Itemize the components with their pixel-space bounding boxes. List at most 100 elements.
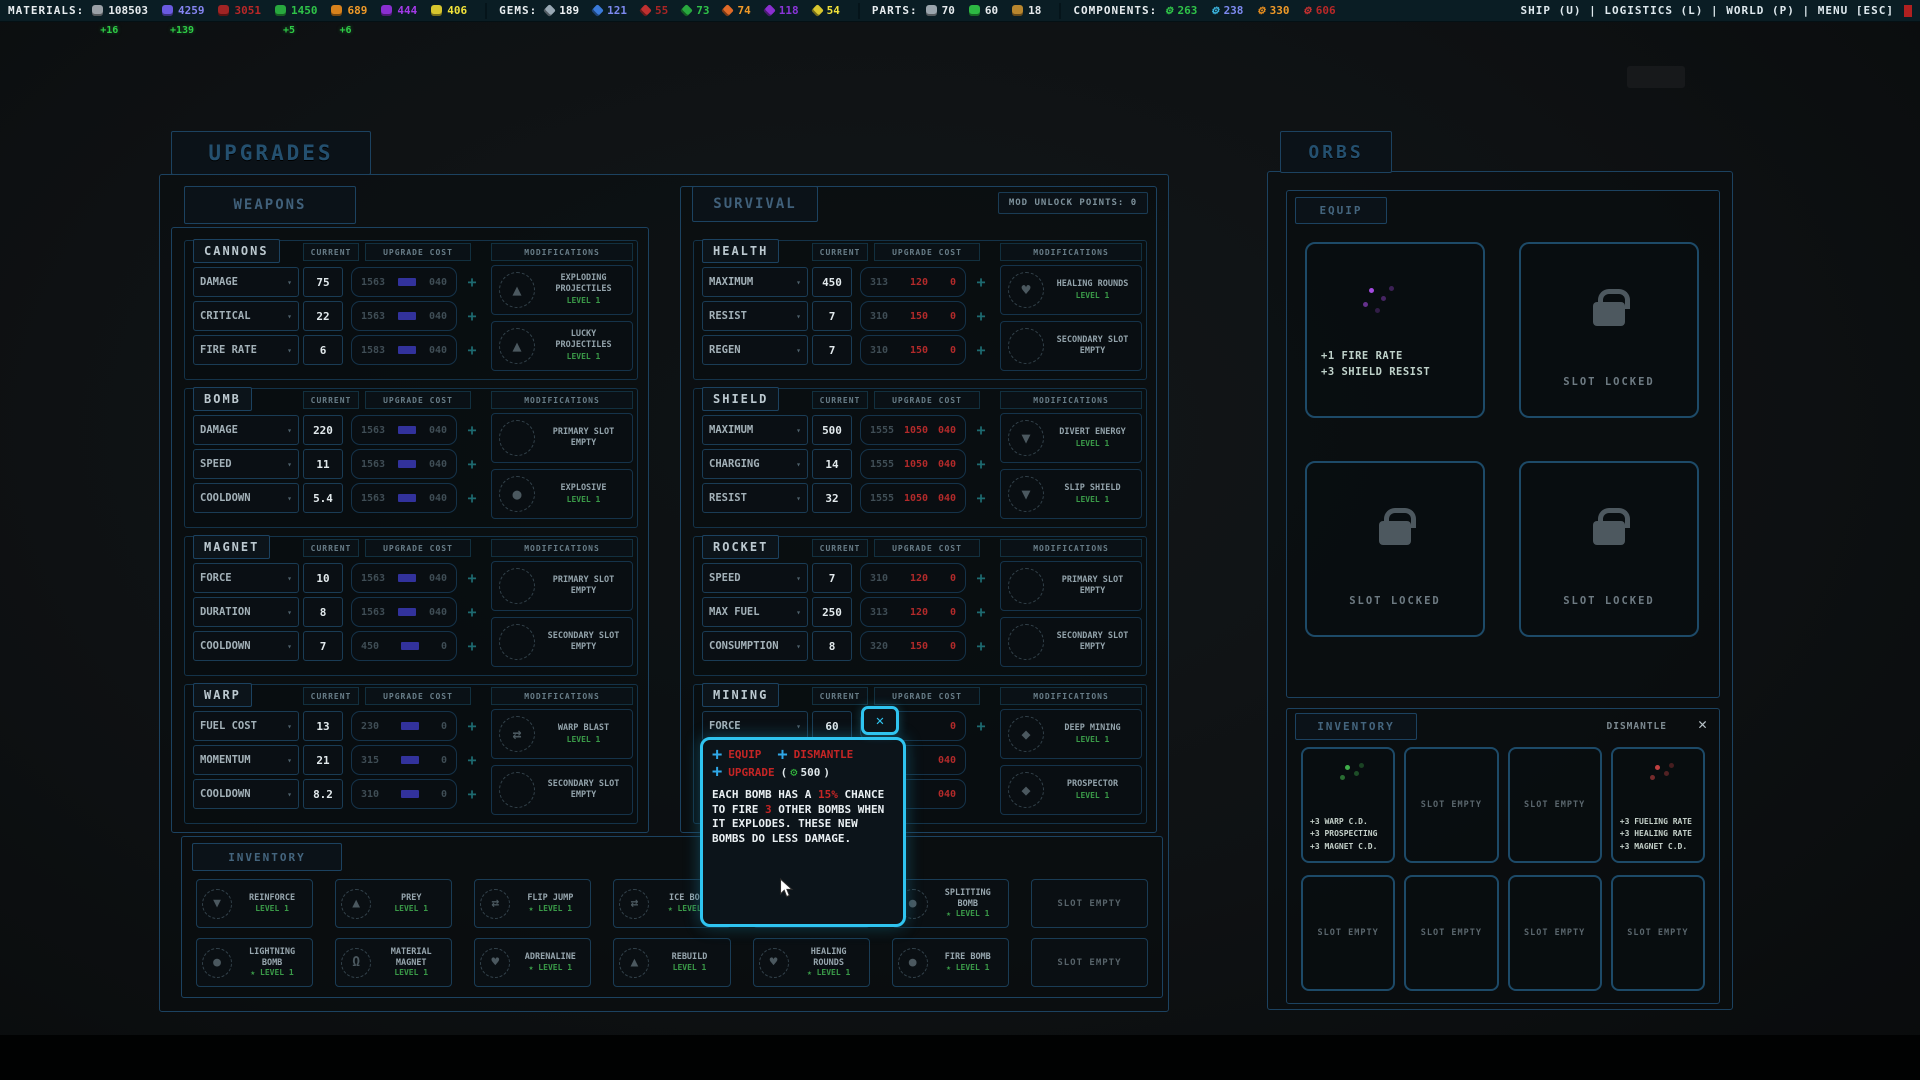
magnet-icon: Ω (341, 948, 371, 978)
upgrade-plus-button[interactable]: + (461, 711, 483, 741)
stat-dropdown[interactable]: CRITICAL▾ (193, 301, 299, 331)
upgrade-plus-button[interactable]: + (461, 335, 483, 365)
inventory-item[interactable]: ΩMATERIAL MAGNETLEVEL 1 (335, 938, 452, 987)
stat-dropdown[interactable]: FIRE RATE▾ (193, 335, 299, 365)
upgrade-plus-button[interactable]: + (970, 631, 992, 661)
upgrade-plus-button[interactable]: + (970, 335, 992, 365)
upgrade-plus-button[interactable]: + (461, 483, 483, 513)
inventory-item[interactable]: ▲REBUILDLEVEL 1 (613, 938, 730, 987)
stat-dropdown[interactable]: COOLDOWN▾ (193, 631, 299, 661)
stat-dropdown[interactable]: FORCE▾ (193, 563, 299, 593)
material-count: 3051 (234, 4, 261, 17)
stat-dropdown[interactable]: CHARGING▾ (702, 449, 808, 479)
upgrade-plus-button[interactable]: + (970, 267, 992, 297)
orb-inventory-slot[interactable]: +3 FUELING RATE+3 HEALING RATE+3 MAGNET … (1611, 747, 1705, 863)
stat-dropdown[interactable]: DAMAGE▾ (193, 415, 299, 445)
chevron-down-icon: ▾ (796, 642, 801, 651)
upgrade-plus-button[interactable]: + (970, 563, 992, 593)
modification-slot[interactable]: SECONDARY SLOT EMPTY (1000, 321, 1142, 371)
orb-inventory-slot-empty[interactable]: SLOT EMPTY (1301, 875, 1395, 991)
inventory-slot-empty[interactable]: SLOT EMPTY (1031, 938, 1148, 987)
modification-slot[interactable]: ♥HEALING ROUNDSLEVEL 1 (1000, 265, 1142, 315)
inventory-item[interactable]: ♥ADRENALINE★ LEVEL 1 (474, 938, 591, 987)
inventory-item[interactable]: ●LIGHTNING BOMB★ LEVEL 1 (196, 938, 313, 987)
orb-inventory-slot-empty[interactable]: SLOT EMPTY (1508, 747, 1602, 863)
upgrade-plus-button[interactable]: + (970, 449, 992, 479)
inventory-item[interactable]: ▼REINFORCELEVEL 1 (196, 879, 313, 928)
modification-slot[interactable]: SECONDARY SLOT EMPTY (491, 765, 633, 815)
upgrade-plus-button[interactable]: + (461, 779, 483, 809)
swap-icon: ⇄ (619, 889, 649, 919)
inventory-item[interactable]: ▲PREYLEVEL 1 (335, 879, 452, 928)
modification-slot[interactable]: PRIMARY SLOT EMPTY (491, 413, 633, 463)
orb-inventory-slot[interactable]: +3 WARP C.D.+3 PROSPECTING+3 MAGNET C.D. (1301, 747, 1395, 863)
tooltip-close-button[interactable]: ✕ (861, 706, 899, 735)
stat-dropdown[interactable]: CONSUMPTION▾ (702, 631, 808, 661)
upgrade-plus-button[interactable]: + (461, 745, 483, 775)
upgrade-plus-button[interactable]: + (461, 449, 483, 479)
stat-dropdown[interactable]: MAX FUEL▾ (702, 597, 808, 627)
modification-slot[interactable]: ▲EXPLODING PROJECTILESLEVEL 1 (491, 265, 633, 315)
topbar-menu[interactable]: SHIP (U) | LOGISTICS (L) | WORLD (P) | M… (1520, 4, 1894, 17)
modification-slot[interactable]: ▼DIVERT ENERGYLEVEL 1 (1000, 413, 1142, 463)
stat-dropdown[interactable]: MAXIMUM▾ (702, 267, 808, 297)
stat-dropdown[interactable]: MAXIMUM▾ (702, 415, 808, 445)
modification-slot[interactable]: ◆PROSPECTORLEVEL 1 (1000, 765, 1142, 815)
upgrade-plus-button[interactable]: + (461, 631, 483, 661)
orb-inventory-slot-empty[interactable]: SLOT EMPTY (1404, 747, 1498, 863)
orb-inventory-slot-empty[interactable]: SLOT EMPTY (1611, 875, 1705, 991)
stat-dropdown[interactable]: COOLDOWN▾ (193, 779, 299, 809)
modification-slot[interactable]: ◆DEEP MININGLEVEL 1 (1000, 709, 1142, 759)
tooltip-dismantle-action[interactable]: + DISMANTLE (777, 748, 853, 761)
empty-slot-icon (499, 568, 535, 604)
upgrade-plus-button[interactable]: + (970, 483, 992, 513)
stat-dropdown[interactable]: SPEED▾ (702, 563, 808, 593)
upgrade-plus-button[interactable]: + (461, 597, 483, 627)
cost-value: 1563 (361, 425, 385, 436)
inventory-item[interactable]: ●FIRE BOMB★ LEVEL 1 (892, 938, 1009, 987)
stat-dropdown[interactable]: RESIST▾ (702, 483, 808, 513)
dismantle-label[interactable]: DISMANTLE (1607, 721, 1667, 732)
stat-dropdown[interactable]: RESIST▾ (702, 301, 808, 331)
stat-dropdown[interactable]: SPEED▾ (193, 449, 299, 479)
orb-inventory-slot-empty[interactable]: SLOT EMPTY (1404, 875, 1498, 991)
orb-equip-slot[interactable]: SLOT LOCKED (1519, 242, 1699, 418)
upgrade-plus-button[interactable]: + (461, 267, 483, 297)
orb-equip-slot[interactable]: +1 FIRE RATE+3 SHIELD RESIST (1305, 242, 1485, 418)
upgrade-plus-button[interactable]: + (461, 301, 483, 331)
modification-slot[interactable]: PRIMARY SLOT EMPTY (491, 561, 633, 611)
inventory-item[interactable]: ●SPLITTING BOMB★ LEVEL 1 (892, 879, 1009, 928)
upgrade-plus-button[interactable]: + (970, 301, 992, 331)
stat-dropdown[interactable]: COOLDOWN▾ (193, 483, 299, 513)
stat-dropdown[interactable]: DURATION▾ (193, 597, 299, 627)
stat-dropdown[interactable]: DAMAGE▾ (193, 267, 299, 297)
dismantle-close-icon[interactable]: ✕ (1698, 715, 1707, 733)
modification-slot[interactable]: SECONDARY SLOT EMPTY (1000, 617, 1142, 667)
upgrade-plus-button[interactable]: + (461, 563, 483, 593)
column-header-upgrade-cost: UPGRADE COST (874, 243, 980, 261)
stat-upgrade-cost: 3131200 (860, 267, 966, 297)
modification-slot[interactable]: ⇄WARP BLASTLEVEL 1 (491, 709, 633, 759)
modification-slot[interactable]: PRIMARY SLOT EMPTY (1000, 561, 1142, 611)
inventory-slot-empty[interactable]: SLOT EMPTY (1031, 879, 1148, 928)
tooltip-upgrade-action[interactable]: + UPGRADE ( ⚙ 500 ) (712, 765, 830, 779)
upgrade-plus-button[interactable]: + (970, 597, 992, 627)
inventory-item[interactable]: ♥HEALING ROUNDS★ LEVEL 1 (753, 938, 870, 987)
stat-dropdown[interactable]: REGEN▾ (702, 335, 808, 365)
modification-name: PROSPECTOR (1067, 779, 1118, 789)
orb-equip-slot[interactable]: SLOT LOCKED (1519, 461, 1699, 637)
modification-slot[interactable]: ▲LUCKY PROJECTILESLEVEL 1 (491, 321, 633, 371)
modification-slot[interactable]: SECONDARY SLOT EMPTY (491, 617, 633, 667)
stat-dropdown[interactable]: FUEL COST▾ (193, 711, 299, 741)
upgrade-plus-button[interactable]: + (970, 415, 992, 445)
upgrade-plus-button[interactable]: + (970, 711, 992, 741)
stat-dropdown[interactable]: MOMENTUM▾ (193, 745, 299, 775)
upgrade-plus-button[interactable]: + (461, 415, 483, 445)
tooltip-equip-action[interactable]: + EQUIP (712, 748, 761, 761)
modification-slot[interactable]: ●EXPLOSIVELEVEL 1 (491, 469, 633, 519)
inventory-item[interactable]: ⇄FLIP JUMP★ LEVEL 1 (474, 879, 591, 928)
orb-inventory-slot-empty[interactable]: SLOT EMPTY (1508, 875, 1602, 991)
modification-slot[interactable]: ▼SLIP SHIELDLEVEL 1 (1000, 469, 1142, 519)
components-group: ⚙263⚙238⚙330⚙606 (1165, 4, 1349, 17)
orb-equip-slot[interactable]: SLOT LOCKED (1305, 461, 1485, 637)
